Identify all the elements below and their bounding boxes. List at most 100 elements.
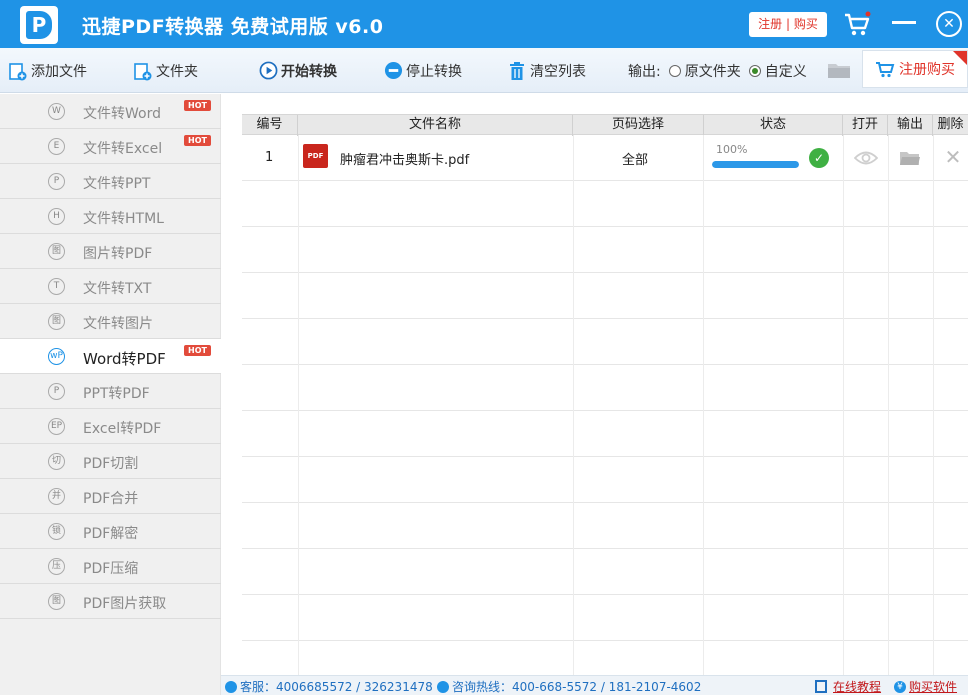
hot-badge: HOT — [184, 100, 211, 111]
output-setting: 输出: 原文件夹 自定义 — [628, 48, 807, 93]
add-folder-button[interactable]: 文件夹 — [133, 48, 198, 93]
sidebar-item-icon: E — [48, 138, 65, 155]
sidebar-item-label: 文件转Word — [83, 106, 161, 122]
sidebar-item-label: 文件转图片 — [83, 316, 153, 332]
toolbar: 添加文件 文件夹 开始转换 停止转换 清空列表 输出: 原文件夹 自定义 — [0, 48, 968, 93]
sidebar-item-icon: 切 — [48, 453, 65, 470]
sidebar-item[interactable]: wP Word转PDF HOT — [0, 339, 221, 374]
register-buy-button[interactable]: 注册 | 购买 — [749, 12, 827, 37]
sidebar-item-icon: P — [48, 173, 65, 190]
sidebar-item-label: 文件转PPT — [83, 176, 151, 192]
header-output: 输出 — [888, 115, 933, 136]
sidebar-item-label: PDF解密 — [83, 526, 139, 542]
grid-row-line — [242, 456, 968, 457]
sidebar-item[interactable]: E 文件转Excel HOT — [0, 129, 221, 164]
table-header: 编号 文件名称 页码选择 状态 打开 输出 删除 — [242, 114, 968, 136]
start-convert-button[interactable]: 开始转换 — [258, 48, 337, 93]
eye-icon[interactable] — [854, 149, 878, 167]
grid-row-line — [242, 594, 968, 595]
add-file-label: 添加文件 — [31, 63, 87, 80]
folder-add-icon — [133, 61, 153, 81]
yen-icon: ¥ — [894, 680, 906, 693]
sidebar-item[interactable]: W 文件转Word HOT — [0, 94, 221, 129]
row-index: 1 — [265, 150, 274, 165]
hotline-phone-icon — [437, 680, 449, 693]
sidebar-item[interactable]: P PPT转PDF — [0, 374, 221, 409]
sidebar-item-icon: 并 — [48, 488, 65, 505]
stop-convert-button[interactable]: 停止转换 — [383, 48, 462, 93]
sidebar-item[interactable]: 图 文件转图片 — [0, 304, 221, 339]
hot-badge: HOT — [184, 135, 211, 146]
browse-folder-icon[interactable] — [826, 60, 852, 80]
hotline-info: 咨询热线：400-668-5572 / 181-2107-4602 — [437, 678, 701, 695]
close-icon[interactable]: ✕ — [936, 11, 962, 37]
sidebar-item-icon: 图 — [48, 593, 65, 610]
tutorial-link[interactable]: 在线教程 — [833, 678, 881, 695]
app-logo-letter: P — [26, 11, 52, 39]
radio-custom-label[interactable]: 自定义 — [765, 61, 807, 81]
grid-col-line — [843, 135, 844, 675]
row-filename: 肿瘤君冲击奥斯卡.pdf — [340, 153, 470, 168]
sidebar-item[interactable]: EP Excel转PDF — [0, 409, 221, 444]
grid-col-line — [888, 135, 889, 675]
trash-icon — [507, 61, 527, 81]
header-status: 状态 — [704, 115, 843, 136]
add-file-icon — [8, 61, 28, 81]
cart-icon[interactable] — [843, 10, 871, 38]
sidebar-item[interactable]: 压 PDF压缩 — [0, 549, 221, 584]
grid-row-line — [242, 272, 968, 273]
sidebar-item[interactable]: H 文件转HTML — [0, 199, 221, 234]
clear-list-label: 清空列表 — [530, 63, 586, 80]
radio-source-folder[interactable] — [668, 64, 681, 77]
row-progress-fill — [712, 161, 799, 168]
sidebar-item[interactable]: P 文件转PPT — [0, 164, 221, 199]
grid-row-line — [242, 548, 968, 549]
delete-icon[interactable]: ✕ — [944, 146, 962, 168]
sidebar-item-label: PDF压缩 — [83, 561, 139, 577]
row-progress-bar — [712, 161, 799, 168]
radio-source-folder-label[interactable]: 原文件夹 — [685, 61, 741, 81]
sidebar-item-label: Excel转PDF — [83, 421, 162, 437]
buy-button[interactable]: 注册购买 — [862, 50, 968, 88]
support-text: 客服：4006685572 / 326231478 — [240, 680, 433, 694]
sidebar-item[interactable]: 图 PDF图片获取 — [0, 584, 221, 619]
sidebar-item[interactable]: 图 图片转PDF — [0, 234, 221, 269]
sidebar-item-icon: wP — [48, 348, 65, 365]
clear-list-button[interactable]: 清空列表 — [507, 48, 586, 93]
row-pages[interactable]: 全部 — [622, 149, 648, 168]
document-icon — [815, 680, 827, 693]
minimize-icon[interactable] — [892, 21, 916, 24]
sidebar-item-icon: T — [48, 278, 65, 295]
header-open: 打开 — [843, 115, 888, 136]
app-logo-icon: P — [20, 6, 58, 44]
sidebar-item[interactable]: 并 PDF合并 — [0, 479, 221, 514]
app-title: 迅捷PDF转换器 免费试用版 v6.0 — [82, 16, 384, 38]
sidebar-item-icon: H — [48, 208, 65, 225]
buy-corner-badge — [953, 51, 967, 65]
title-bar: P 迅捷PDF转换器 免费试用版 v6.0 注册 | 购买 ✕ — [0, 0, 968, 48]
sidebar-item[interactable]: 锁 PDF解密 — [0, 514, 221, 549]
status-bar: 客服：4006685572 / 326231478 咨询热线：400-668-5… — [221, 675, 968, 695]
radio-custom[interactable] — [748, 64, 761, 77]
sidebar-item-label: 文件转Excel — [83, 141, 163, 157]
hot-badge: HOT — [184, 345, 211, 356]
add-file-button[interactable]: 添加文件 — [8, 48, 87, 93]
grid-row-line — [242, 410, 968, 411]
grid-row-line — [242, 226, 968, 227]
sidebar-item-label: PDF合并 — [83, 491, 139, 507]
support-info: 客服：4006685572 / 326231478 — [225, 678, 433, 695]
play-icon — [258, 61, 278, 81]
sidebar-item-icon: 图 — [48, 243, 65, 260]
header-index: 编号 — [242, 115, 298, 136]
grid-col-line — [298, 135, 299, 675]
buy-software-link[interactable]: 购买软件 — [909, 678, 957, 695]
header-delete: 删除 — [937, 117, 964, 132]
tutorial-link-wrap[interactable]: 在线教程 — [815, 678, 881, 695]
folder-icon[interactable] — [899, 149, 921, 167]
sidebar-item-icon: 图 — [48, 313, 65, 330]
sidebar-item[interactable]: 切 PDF切割 — [0, 444, 221, 479]
hotline-text: 咨询热线：400-668-5572 / 181-2107-4602 — [452, 680, 702, 694]
grid-row-line — [242, 502, 968, 503]
buy-software-link-wrap[interactable]: ¥ 购买软件 — [894, 678, 957, 695]
sidebar-item[interactable]: T 文件转TXT — [0, 269, 221, 304]
